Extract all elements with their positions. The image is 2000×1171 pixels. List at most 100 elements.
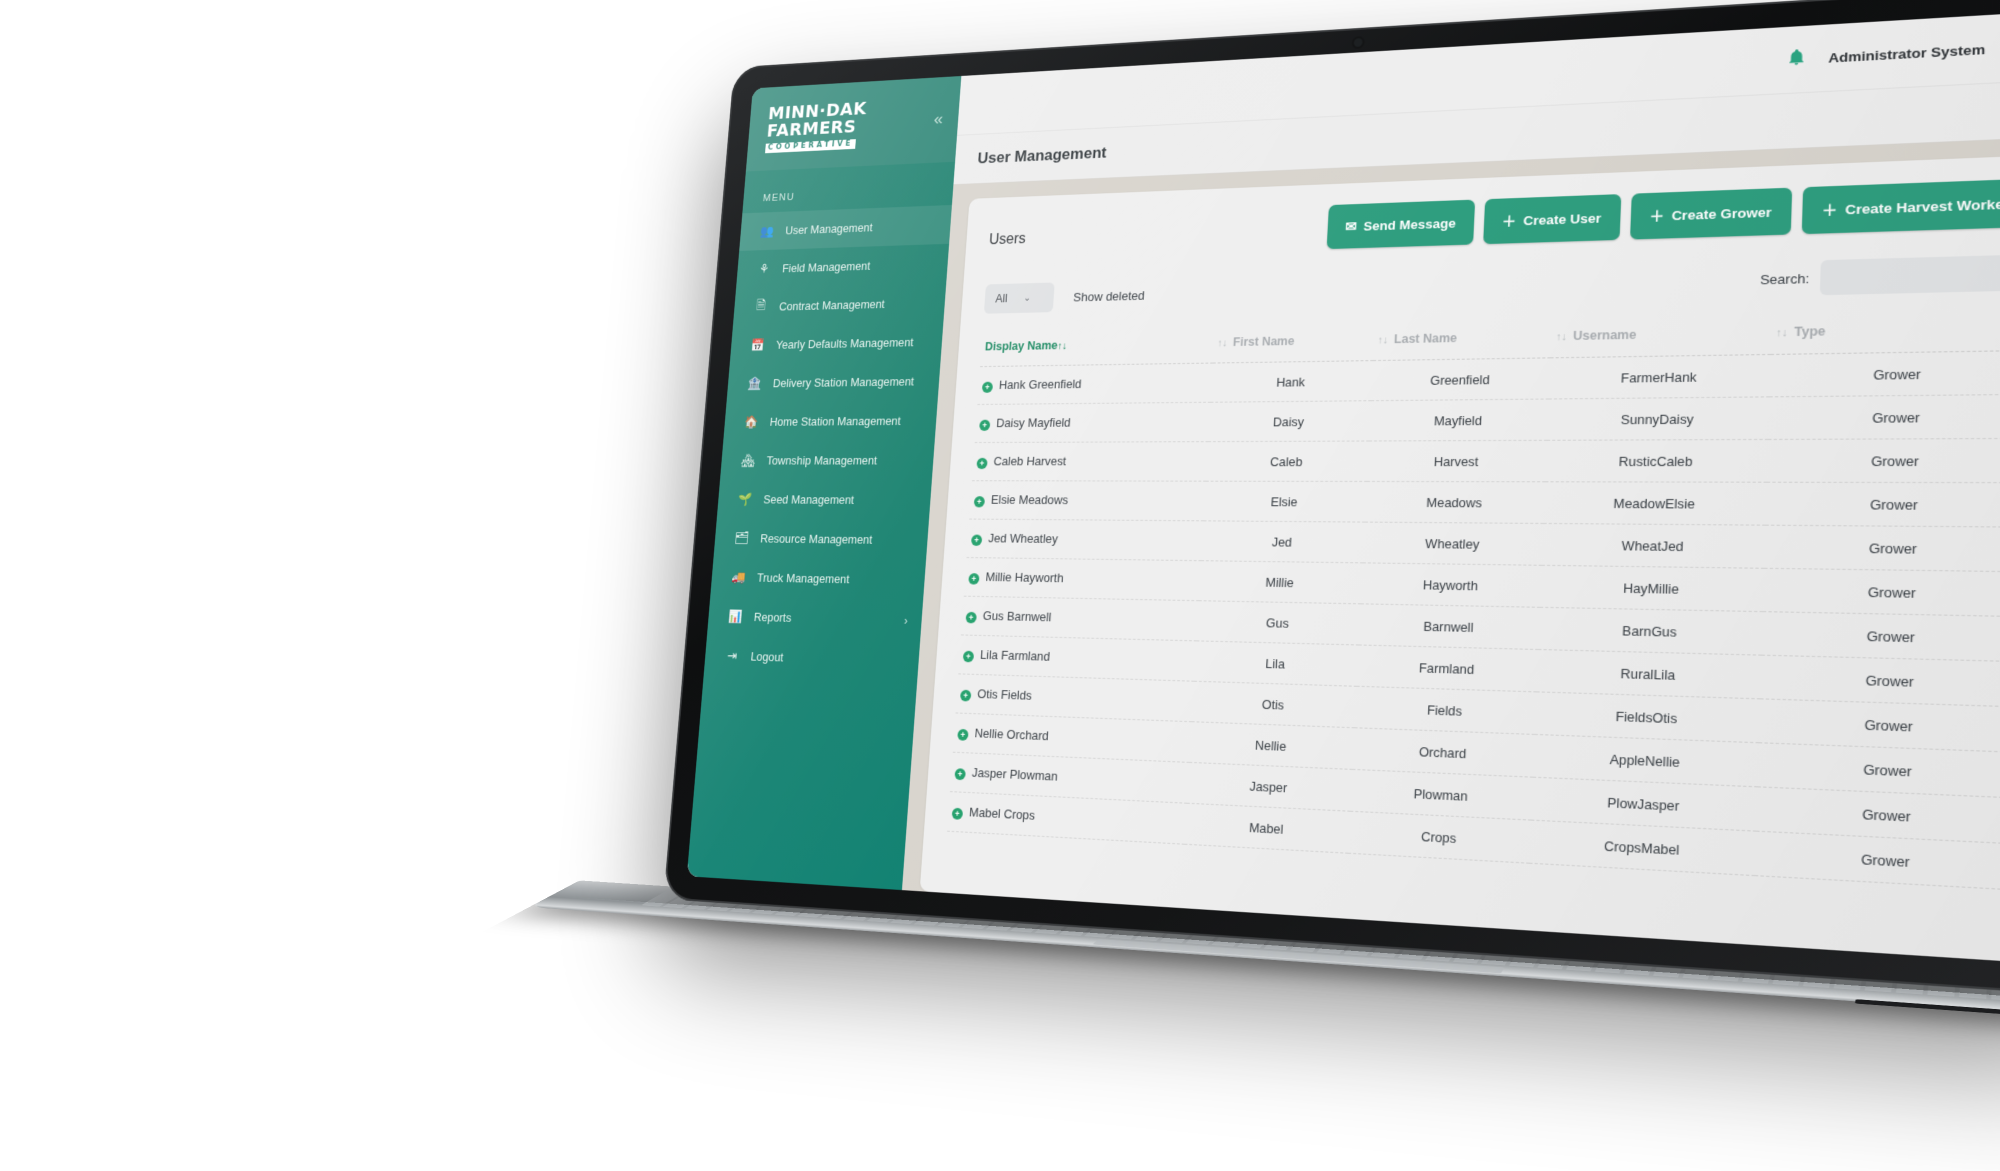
card-header: Users ✉ Send Message ＋ Create User ＋ Create G… [988,178,2000,260]
status-badge-icon: + [959,689,972,702]
cell-type: Grower [1757,742,2000,799]
chart-bar-icon: 📊 [727,608,743,623]
cell-last-name: Fields [1354,686,1538,735]
column-header-label: Last Name [1393,331,1458,347]
sidebar-collapse-icon[interactable]: « [933,110,943,130]
sidebar-item-township-management[interactable]: 🏘 Township Management [720,440,935,480]
cell-type: Grower [1767,438,2000,483]
display-name-text: Nellie Orchard [974,725,1050,744]
cell-last-name: Plowman [1349,769,1534,821]
display-name-text: Hank Greenfield [998,376,1082,392]
cell-type: Grower [1768,394,2000,440]
status-badge-icon: + [968,573,980,585]
cell-username: CropsMabel [1529,820,1757,876]
column-header-display-name[interactable]: Display Name↑↓ [980,330,1215,367]
bell-icon [1788,49,1804,66]
create-grower-button[interactable]: ＋ Create Grower [1629,187,1792,240]
home-icon: 🏠 [743,414,759,429]
logout-icon: ⇥ [726,648,738,663]
cell-first-name: Gus [1196,600,1361,645]
sidebar-item-contract-management[interactable]: 🗎 Contract Management [733,283,946,327]
column-header-last-name[interactable]: ↑↓ Last Name [1372,323,1553,361]
sidebar-item-home-station-management[interactable]: 🏠 Home Station Management [723,401,937,442]
webcam-icon [1353,38,1363,48]
cell-last-name: Orchard [1352,727,1536,778]
sidebar-item-field-management[interactable]: ⚘ Field Management [736,244,949,289]
cell-type: Grower [1759,698,2000,753]
sidebar-item-seed-management[interactable]: 🌱 Seed Management [717,480,932,520]
sort-icon: ↑↓ [1217,337,1228,350]
logo-line-3: COOPERATIVE [765,138,856,154]
chevron-right-icon: › [903,613,909,627]
button-label: Create User [1523,210,1602,228]
cell-last-name: Crops [1347,811,1532,864]
sidebar-item-truck-management[interactable]: 🚚 Truck Management [710,557,926,600]
cell-username: PlowJasper [1531,777,1758,832]
sidebar-item-label: Yearly Defaults Management [775,335,914,352]
cell-first-name: Millie [1198,560,1363,604]
sidebar-item-delivery-station-management[interactable]: 🏦 Delivery Station Management [726,361,940,403]
plus-icon: ＋ [1821,201,1838,219]
table-header-row: Display Name↑↓ ↑↓ First Name ↑↓ Last Name ↑↓ U… [980,313,2000,367]
chevron-down-icon: ⌄ [1023,292,1032,304]
column-header-label: First Name [1232,334,1295,349]
cell-username: AppleNellie [1533,734,1760,787]
cell-type: Grower [1765,482,2000,528]
cell-username: MeadowElsie [1544,481,1768,526]
type-filter-value: All [994,292,1009,306]
sidebar-item-label: Reports [753,609,792,625]
scene: MINN·DAK FARMERS COOPERATIVE « MENU 👥 Use… [0,0,2000,1171]
brand-header: MINN·DAK FARMERS COOPERATIVE « [745,75,962,172]
cell-username: HayMillie [1540,565,1765,612]
cell-first-name: Jasper [1186,762,1353,812]
display-name-text: Elsie Meadows [990,492,1069,507]
base-foot [1854,999,2000,1015]
card-title: Users [988,231,1027,248]
sidebar-item-logout[interactable]: ⇥ Logout [704,635,920,681]
buildings-icon: 🏘 [740,453,756,467]
cell-last-name: Meadows [1364,481,1546,524]
admin-user-name: Administrator System [1828,41,1986,66]
users-card: Users ✉ Send Message ＋ Create User ＋ Create G… [919,154,2000,965]
type-filter-select[interactable]: All ⌄ [983,282,1055,314]
status-badge-icon: + [976,457,988,470]
sort-icon: ↑↓ [1555,331,1568,344]
sidebar-item-label: Logout [750,649,784,665]
cell-last-name: Wheatley [1362,522,1545,566]
notification-bell-icon[interactable] [1786,47,1807,72]
cell-username: BarnGus [1538,607,1764,656]
logo: MINN·DAK FARMERS COOPERATIVE [765,97,867,154]
logo-line-2: FARMERS [766,115,858,142]
search-label: Search: [1759,270,1810,287]
cell-type: Grower [1761,611,2000,662]
cell-display-name: + Hank Greenfield [977,363,1213,405]
cell-display-name: + Gus Barnwell [961,596,1199,641]
display-name-text: Lila Farmland [979,647,1051,664]
table-row[interactable]: + Caleb Harvest Caleb Harvest RusticCaleb Gro… [972,438,2000,483]
cell-last-name: Harvest [1366,440,1548,482]
column-header-type[interactable]: ↑↓ Type [1771,313,2000,355]
create-harvest-worker-button[interactable]: ＋ Create Harvest Worker [1801,178,2000,235]
sort-icon: ↑↓ [1775,326,1788,340]
sort-icon: ↑↓ [1057,340,1068,352]
create-user-button[interactable]: ＋ Create User [1482,194,1621,245]
show-deleted-toggle[interactable]: Show deleted [1073,288,1145,304]
button-label: Create Grower [1671,204,1772,223]
screen-bezel: MINN·DAK FARMERS COOPERATIVE « MENU 👥 Use… [686,9,2000,966]
users-table-body: + Hank Greenfield Hank Greenfield FarmerHank… [947,350,2000,891]
cell-display-name: + Millie Hayworth [963,557,1201,601]
cell-type: Grower [1763,568,2000,617]
cell-type: Grower [1769,350,2000,397]
sidebar-item-reports[interactable]: 📊 Reports › [707,596,923,641]
column-header-username[interactable]: ↑↓ Username [1550,318,1773,358]
column-header-first-name[interactable]: ↑↓ First Name [1212,326,1375,364]
sidebar-item-yearly-defaults-management[interactable]: 📅 Yearly Defaults Management [730,322,944,365]
resource-icon: 🗂 [734,530,750,545]
sidebar-item-resource-management[interactable]: 🗂 Resource Management [714,518,929,560]
send-message-button[interactable]: ✉ Send Message [1326,199,1475,250]
cell-type: Grower [1755,831,2000,891]
search-input[interactable] [1819,254,2000,296]
sidebar-item-label: Delivery Station Management [772,374,915,390]
table-row[interactable]: + Mabel Crops Mabel Crops CropsMabel Grower [947,791,2000,891]
cell-first-name: Daisy [1207,400,1371,442]
